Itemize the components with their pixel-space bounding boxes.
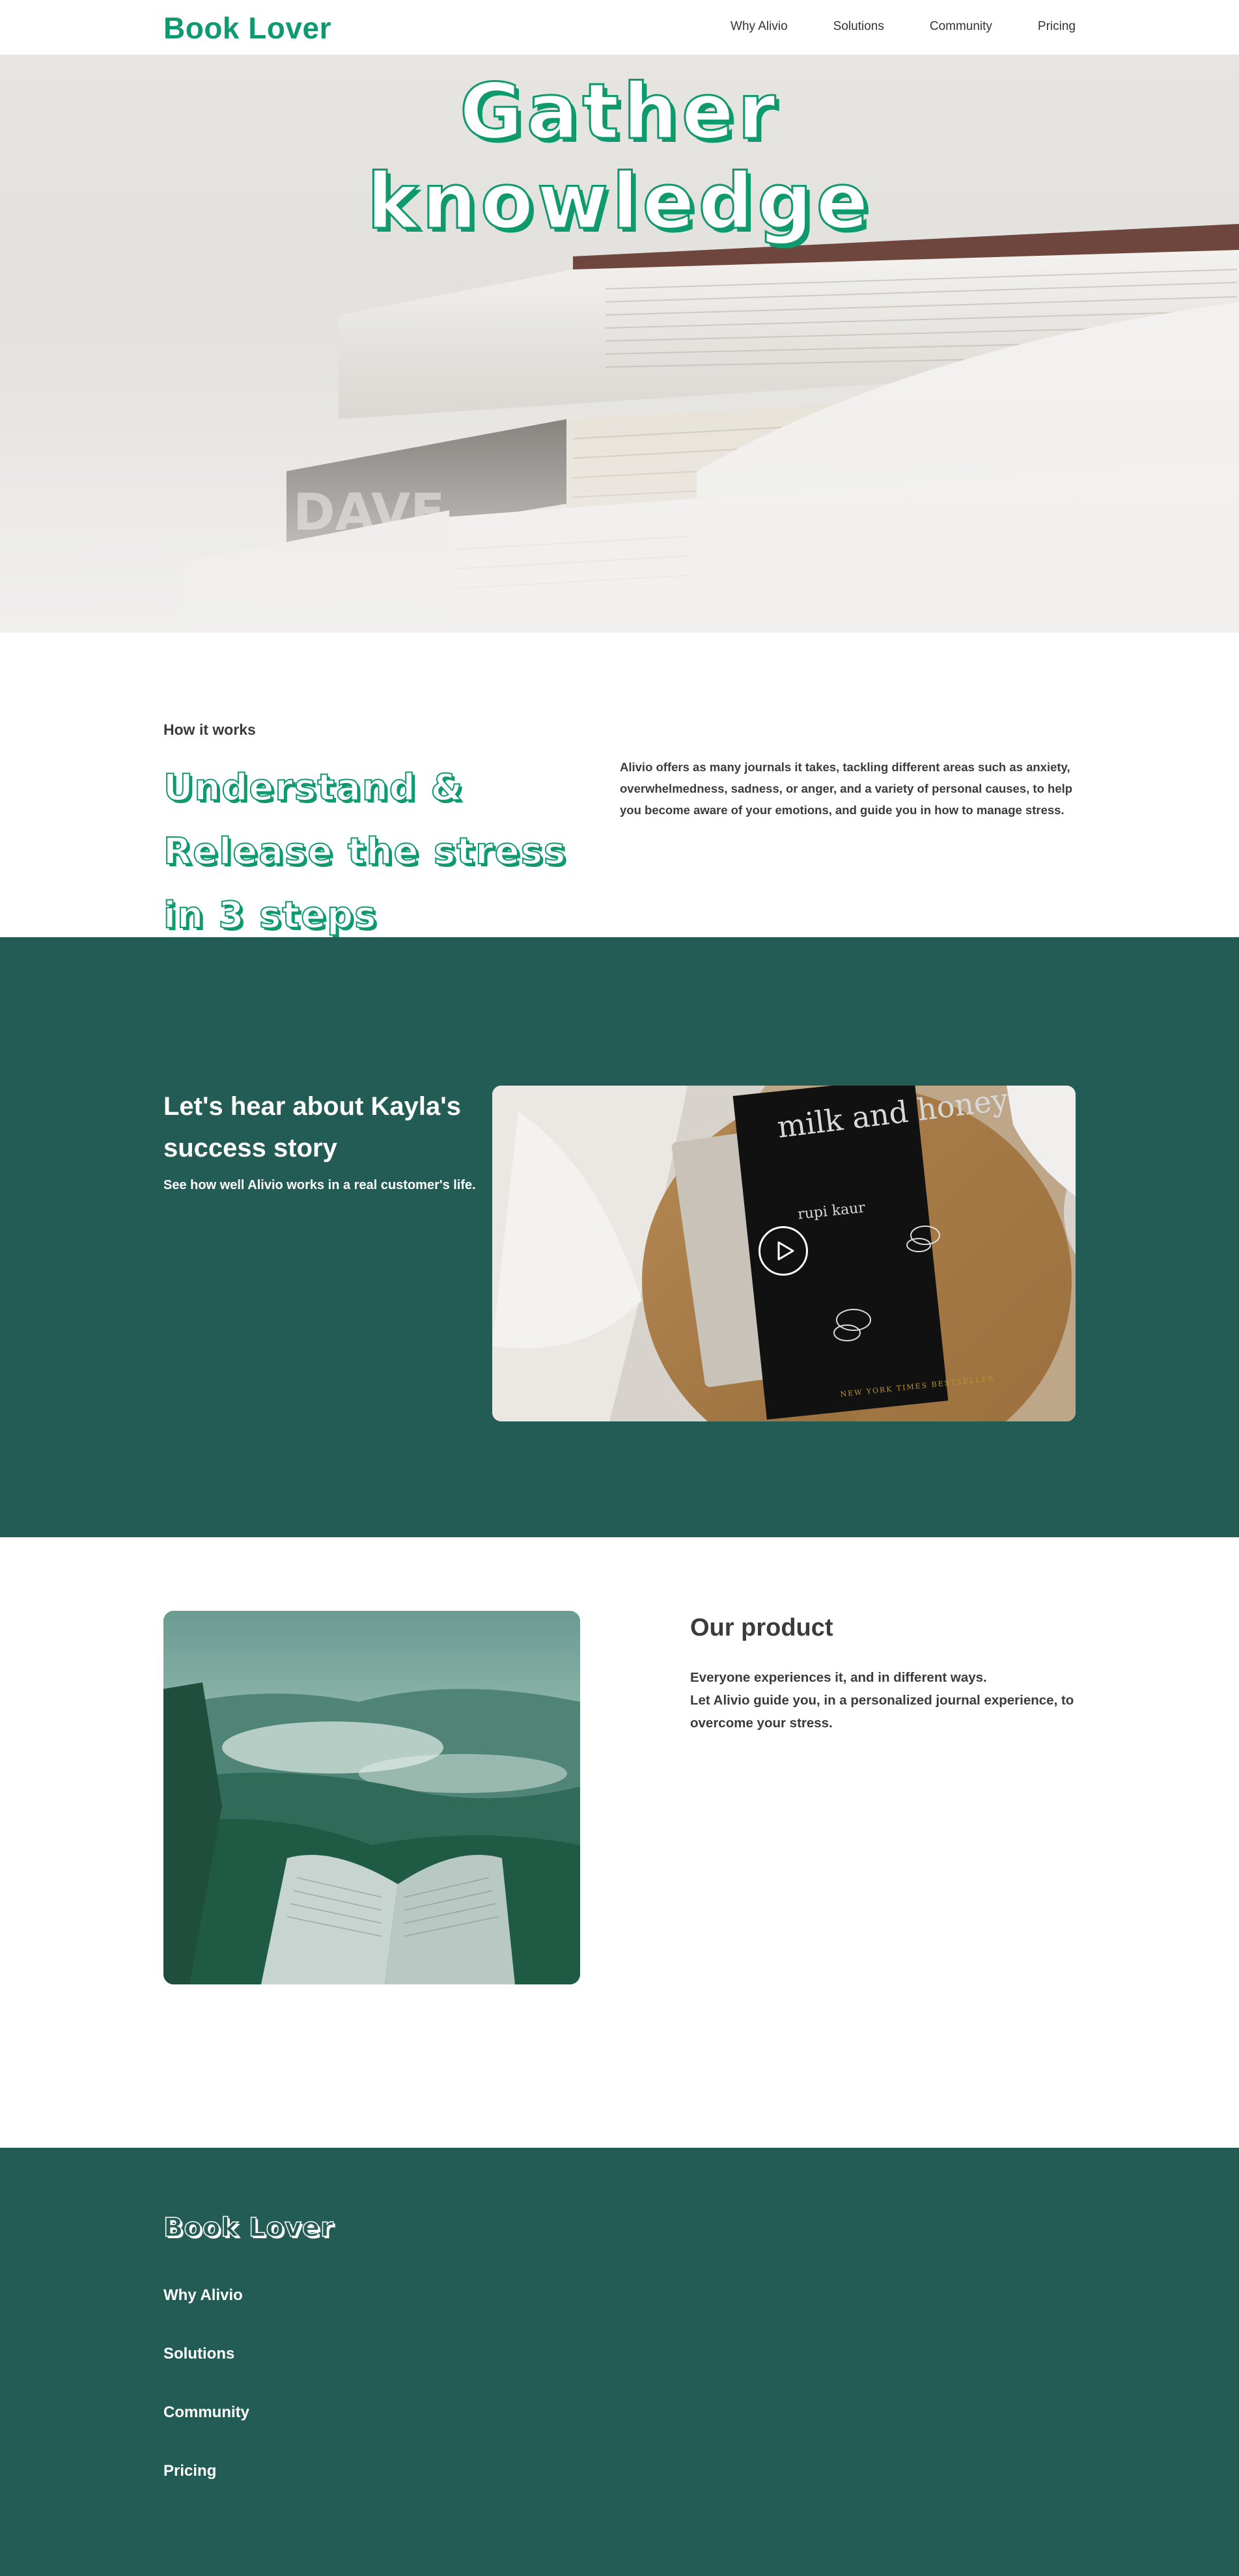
- product-title: Our product: [690, 1614, 833, 1641]
- main-nav: Why Alivio Solutions Community Pricing: [685, 20, 1076, 34]
- product-image: [163, 1611, 580, 1984]
- section-description: Alivio offers as many journals it takes,…: [620, 760, 1073, 817]
- nav-why-alivio[interactable]: Why Alivio: [731, 20, 788, 34]
- nav-solutions[interactable]: Solutions: [833, 20, 884, 34]
- hero-title: Gather knowledge: [366, 66, 872, 247]
- footer-link-community[interactable]: Community: [163, 2404, 249, 2422]
- hero-section: DAVE Gather knowledge: [0, 55, 1239, 633]
- story-subtitle: See how well Alivio works in a real cust…: [163, 1178, 476, 1192]
- site-header: Book Lover Why Alivio Solutions Communit…: [0, 0, 1239, 55]
- footer-link-solutions[interactable]: Solutions: [163, 2345, 234, 2363]
- play-button[interactable]: [759, 1226, 808, 1276]
- site-footer: Book Lover Why Alivio Solutions Communit…: [0, 2148, 1239, 2576]
- story-section: Let's hear about Kayla's success story S…: [0, 937, 1239, 1537]
- product-description: Everyone experiences it, and in differen…: [690, 1670, 1074, 1731]
- section-title: Understand & Release the stress in 3 ste…: [163, 766, 567, 937]
- footer-link-pricing[interactable]: Pricing: [163, 2462, 216, 2480]
- story-title: Let's hear about Kayla's success story: [163, 1092, 461, 1162]
- story-video[interactable]: milk and honey rupi kaur NEW YORK TIMES …: [492, 1086, 1076, 1421]
- logo[interactable]: Book Lover: [163, 10, 331, 46]
- play-icon: [777, 1241, 794, 1261]
- nav-community[interactable]: Community: [930, 20, 992, 34]
- footer-link-why-alivio[interactable]: Why Alivio: [163, 2286, 243, 2305]
- footer-logo[interactable]: Book Lover: [163, 2212, 334, 2243]
- section-label: How it works: [163, 721, 256, 738]
- nav-pricing[interactable]: Pricing: [1038, 20, 1076, 34]
